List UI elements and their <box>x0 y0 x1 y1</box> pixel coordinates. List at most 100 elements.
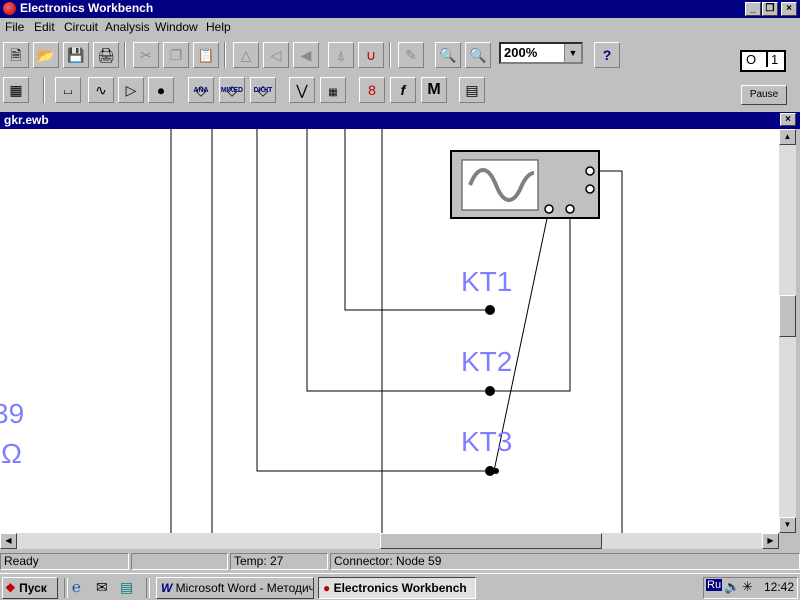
rotate-button[interactable]: △ <box>233 42 259 68</box>
properties-icon: ⍋ <box>336 47 346 63</box>
cut-button[interactable]: ✂ <box>133 42 159 68</box>
miscellaneous-bin-button[interactable]: M <box>421 77 447 103</box>
horizontal-scrollbar[interactable]: ◀ ▶ <box>0 533 779 549</box>
speaker-icon[interactable]: 🔈 <box>724 579 740 595</box>
scope-channel-a-terminal[interactable] <box>544 204 554 214</box>
language-indicator[interactable]: Ru <box>706 579 723 591</box>
indicators-bin-button[interactable]: 8 <box>359 77 385 103</box>
scroll-right-button[interactable]: ▶ <box>762 533 779 549</box>
power-switch[interactable]: O 1 <box>740 50 786 72</box>
clock: 12:42 <box>764 580 795 594</box>
circuit-canvas[interactable]: KT1 KT2 KT3 39 Ω <box>0 129 779 533</box>
horizontal-scroll-thumb[interactable] <box>380 533 602 549</box>
open-button[interactable]: 📂 <box>33 42 59 68</box>
flip-vertical-button[interactable]: ◀ <box>293 42 319 68</box>
pause-button[interactable]: Pause <box>741 85 787 105</box>
graphs-button[interactable]: ∪ <box>358 42 384 68</box>
folder-open-icon: 📂 <box>37 47 55 63</box>
menu-edit[interactable]: Edit <box>34 20 55 34</box>
menu-help[interactable]: Help <box>206 20 231 34</box>
new-file-button[interactable]: 🗎 <box>3 42 29 68</box>
minimize-button[interactable]: _ <box>745 2 761 16</box>
scroll-up-button[interactable]: ▲ <box>779 129 796 145</box>
status-bar: Ready Temp: 27 Connector: Node 59 <box>0 550 800 572</box>
favorites-bin-button[interactable]: ▦ <box>3 77 29 103</box>
zoom-out-icon: 🔍 <box>439 47 457 63</box>
description-button[interactable]: ✎ <box>398 42 424 68</box>
analog-ics-bin-button[interactable]: ANA ◇ <box>188 77 214 103</box>
clipboard-icon: 📋 <box>197 47 215 63</box>
taskbar-separator <box>64 578 68 598</box>
app-icon <box>3 2 16 15</box>
zoom-select[interactable]: 200% ▼ <box>499 42 583 64</box>
menu-circuit[interactable]: Circuit <box>64 20 98 34</box>
oscilloscope[interactable] <box>450 150 600 219</box>
scope-screen <box>461 159 539 211</box>
task-ewb-button[interactable]: ● Electronics Workbench <box>318 577 476 599</box>
flip-horizontal-button[interactable]: ◁ <box>263 42 289 68</box>
show-desktop-icon[interactable]: ▤ <box>120 579 133 596</box>
maximize-button[interactable]: ❐ <box>762 2 778 16</box>
menu-window[interactable]: Window <box>155 20 198 34</box>
junction-probe <box>493 468 499 474</box>
menu-bar: File Edit Circuit Analysis Window Help <box>0 18 800 38</box>
junction-kt2[interactable] <box>485 386 495 396</box>
sources-bin-button[interactable]: ⏘ <box>55 77 81 103</box>
close-button[interactable]: × <box>781 2 797 16</box>
document-title: gkr.ewb <box>4 113 49 127</box>
zoom-in-icon: 🔍 <box>469 47 487 63</box>
menu-file[interactable]: File <box>5 20 24 34</box>
vertical-scroll-thumb[interactable] <box>779 295 796 337</box>
copy-button[interactable]: ❐ <box>163 42 189 68</box>
status-connector: Connector: Node 59 <box>330 553 800 570</box>
task-ewb-label: Electronics Workbench <box>333 581 467 595</box>
vertical-scrollbar[interactable]: ▲ ▼ <box>779 129 796 533</box>
document-close-button[interactable]: × <box>780 113 796 126</box>
help-button[interactable]: ? <box>594 42 620 68</box>
save-button[interactable]: 💾 <box>63 42 89 68</box>
zoom-out-button[interactable]: 🔍 <box>435 42 461 68</box>
paste-button[interactable]: 📋 <box>193 42 219 68</box>
controls-bin-button[interactable]: f <box>390 77 416 103</box>
digital-label: DIGIT <box>253 87 273 94</box>
scope-ext-terminal[interactable] <box>585 184 595 194</box>
print-button[interactable]: 🖨 <box>93 42 119 68</box>
floppy-icon: 💾 <box>67 47 85 63</box>
component-unit-partial: Ω <box>1 438 22 469</box>
scroll-left-button[interactable]: ◀ <box>0 533 17 549</box>
scope-trigger-terminal[interactable] <box>585 166 595 176</box>
seven-segment-icon: 8 <box>368 82 376 98</box>
digital-bin-button[interactable]: ▦ <box>320 77 346 103</box>
scope-channel-b-terminal[interactable] <box>565 204 575 214</box>
mixed-ics-bin-button[interactable]: MIXED ◇ <box>219 77 245 103</box>
basic-bin-button[interactable]: ∿ <box>88 77 114 103</box>
component-properties-button[interactable]: ⍋ <box>328 42 354 68</box>
rotate-icon: △ <box>240 47 252 63</box>
menu-analysis[interactable]: Analysis <box>105 20 150 34</box>
instruments-bin-button[interactable]: ▤ <box>459 77 485 103</box>
diodes-bin-button[interactable]: ▷ <box>118 77 144 103</box>
scroll-down-button[interactable]: ▼ <box>779 517 796 533</box>
test-point-label-kt1: KT1 <box>461 266 512 297</box>
internet-explorer-icon[interactable]: ℮ <box>72 579 81 596</box>
junction-kt1[interactable] <box>485 305 495 315</box>
chevron-down-icon[interactable]: ▼ <box>564 44 581 62</box>
spider-icon[interactable]: ✳ <box>742 579 753 595</box>
task-word-button[interactable]: W Microsoft Word - Методич... <box>156 577 314 599</box>
transistors-bin-button[interactable]: ⦁ <box>148 77 174 103</box>
new-file-icon: 🗎 <box>10 47 22 63</box>
outlook-express-icon[interactable]: ✉ <box>96 579 108 596</box>
flip-horizontal-icon: ◁ <box>270 47 282 63</box>
digital-ics-bin-button[interactable]: DIGIT ◇ <box>250 77 276 103</box>
pencil-icon: ✎ <box>405 47 417 63</box>
logic-gates-bin-button[interactable]: ⋁ <box>289 77 315 103</box>
scope-trigger-wire <box>590 170 623 533</box>
diode-icon: ▷ <box>125 82 137 98</box>
word-icon: W <box>161 581 173 595</box>
start-button[interactable]: ❖ Пуск <box>2 577 58 599</box>
zoom-in-button[interactable]: 🔍 <box>465 42 491 68</box>
toolbar-separator <box>389 42 391 68</box>
status-field-empty <box>131 553 228 570</box>
graph-icon: ∪ <box>365 47 377 63</box>
copy-icon: ❐ <box>169 47 183 63</box>
